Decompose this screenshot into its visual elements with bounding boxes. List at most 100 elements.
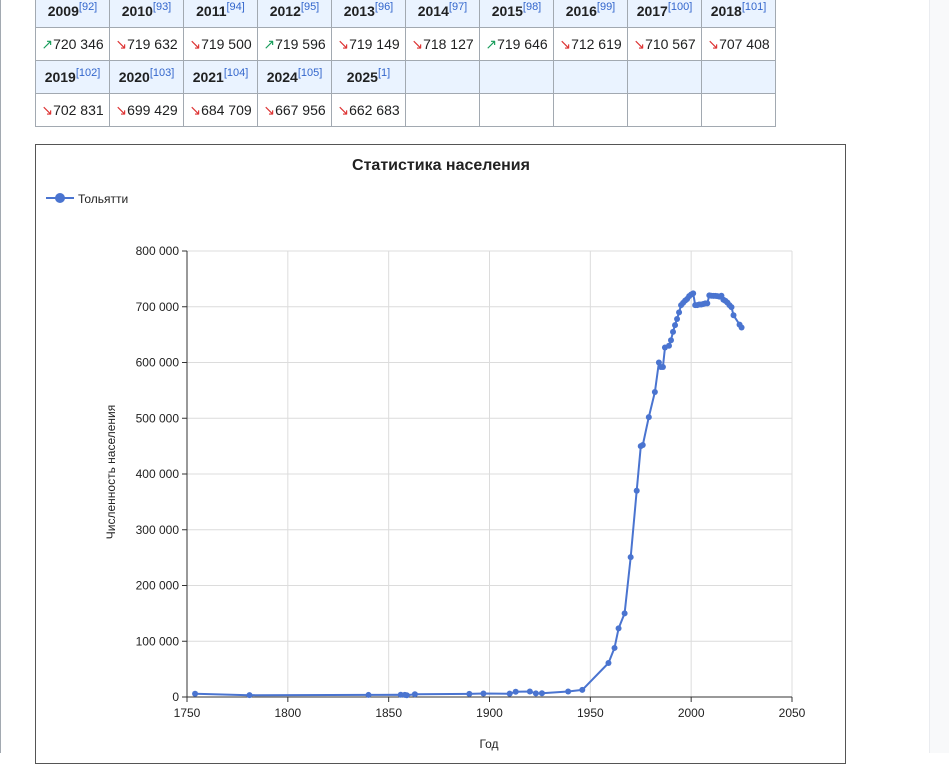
y-tick-label: 0 <box>172 690 179 704</box>
reference-link[interactable]: [99] <box>597 1 615 13</box>
data-point[interactable] <box>411 691 418 698</box>
year-header-cell <box>553 60 628 94</box>
table-row: ↗720 346 ↘719 632 ↘719 500 ↗719 596 ↘719 149… <box>35 27 776 61</box>
reference-link[interactable]: [93] <box>153 1 171 13</box>
data-point[interactable] <box>506 690 513 697</box>
reference-link[interactable]: [96] <box>375 1 393 13</box>
reference-link[interactable]: [100] <box>668 1 692 13</box>
page-left-border <box>0 0 1 753</box>
data-point[interactable] <box>665 342 672 349</box>
population-value-cell <box>553 93 628 127</box>
trend-down-icon: ↘ <box>263 101 276 118</box>
reference-link[interactable]: [1] <box>378 67 390 79</box>
data-point[interactable] <box>565 688 572 695</box>
trend-up-icon: ↗ <box>263 35 276 52</box>
data-point[interactable] <box>645 414 652 421</box>
data-point[interactable] <box>615 625 622 632</box>
data-point[interactable] <box>466 690 473 697</box>
x-tick-label: 1850 <box>375 706 402 720</box>
data-point[interactable] <box>246 692 253 699</box>
reference-link[interactable]: [97] <box>449 1 467 13</box>
reference-link[interactable]: [102] <box>76 67 100 79</box>
population-value-cell: ↘718 127 <box>405 27 480 61</box>
x-tick-label: 1800 <box>274 706 301 720</box>
y-tick-label: 100 000 <box>136 634 180 648</box>
data-point[interactable] <box>738 324 745 331</box>
year-header-cell: 2012[95] <box>257 0 332 28</box>
data-point[interactable] <box>538 690 545 697</box>
trend-down-icon: ↘ <box>337 35 350 52</box>
data-point[interactable] <box>480 690 487 697</box>
data-point[interactable] <box>668 337 674 344</box>
data-point[interactable] <box>611 644 618 651</box>
population-value: 710 567 <box>645 35 696 52</box>
x-tick-label: 1900 <box>476 706 503 720</box>
reference-link[interactable]: [92] <box>79 1 97 13</box>
year-label: 2017 <box>636 3 668 19</box>
data-point[interactable] <box>730 312 737 319</box>
reference-link[interactable]: [94] <box>227 1 245 13</box>
trend-down-icon: ↘ <box>115 101 128 118</box>
population-value-cell: ↘662 683 <box>331 93 406 127</box>
year-header-cell: 2017[100] <box>627 0 702 28</box>
population-value-cell <box>627 93 702 127</box>
chart-axes: 1750 1800 1850 1900 1950 2000 2050 0 100 000 200 … <box>136 244 806 720</box>
data-point[interactable] <box>690 290 697 297</box>
year-header-cell <box>627 60 702 94</box>
data-point[interactable] <box>674 316 681 323</box>
trend-down-icon: ↘ <box>189 35 202 52</box>
data-point[interactable] <box>639 442 646 449</box>
population-value: 719 632 <box>127 35 178 52</box>
reference-link[interactable]: [98] <box>523 1 541 13</box>
year-header-cell <box>479 60 554 94</box>
year-header-cell: 2013[96] <box>331 0 406 28</box>
chart-svg: Статистика населения Тольятти 1750 1800 18… <box>46 157 806 751</box>
population-value-cell <box>701 93 776 127</box>
x-tick-label: 1750 <box>174 706 201 720</box>
population-chart: Статистика населения Тольятти 1750 1800 18… <box>35 144 846 764</box>
population-value: 667 956 <box>275 101 326 118</box>
x-tick-label: 2000 <box>678 706 705 720</box>
year-label: 2018 <box>710 3 742 19</box>
data-point[interactable] <box>512 688 519 695</box>
data-point[interactable] <box>526 688 533 695</box>
population-value-cell: ↘710 567 <box>627 27 702 61</box>
data-point[interactable] <box>676 309 683 316</box>
population-value-cell: ↗720 346 <box>35 27 110 61</box>
data-point[interactable] <box>627 554 634 561</box>
year-label: 2013 <box>343 3 375 19</box>
population-value: 712 619 <box>571 35 622 52</box>
year-label: 2009 <box>47 3 79 19</box>
data-point[interactable] <box>704 300 711 307</box>
data-point[interactable] <box>579 686 586 693</box>
trend-down-icon: ↘ <box>707 35 720 52</box>
data-point[interactable] <box>403 692 410 699</box>
data-point[interactable] <box>651 389 658 396</box>
reference-link[interactable]: [95] <box>301 1 319 13</box>
table-row: 2019[102] 2020[103] 2021[104] 2024[105] 2025… <box>35 60 776 94</box>
legend-label: Тольятти <box>78 192 128 206</box>
population-value-cell <box>479 93 554 127</box>
year-header-cell <box>405 60 480 94</box>
data-point[interactable] <box>192 690 199 697</box>
trend-down-icon: ↘ <box>115 35 128 52</box>
reference-link[interactable]: [105] <box>298 67 322 79</box>
data-point[interactable] <box>605 659 612 666</box>
data-point[interactable] <box>633 487 640 494</box>
data-point[interactable] <box>659 363 666 370</box>
data-point[interactable] <box>532 690 539 697</box>
data-point[interactable] <box>672 322 679 329</box>
population-value-cell: ↘719 500 <box>183 27 258 61</box>
data-point[interactable] <box>621 610 628 617</box>
population-value: 707 408 <box>719 35 770 52</box>
reference-link[interactable]: [101] <box>742 1 766 13</box>
population-value-cell: ↘699 429 <box>109 93 184 127</box>
reference-link[interactable]: [104] <box>224 67 248 79</box>
data-point[interactable] <box>365 691 372 698</box>
year-header-cell: 2019[102] <box>35 60 110 94</box>
data-point[interactable] <box>670 328 677 335</box>
population-value: 719 596 <box>275 35 326 52</box>
data-point[interactable] <box>728 304 735 311</box>
reference-link[interactable]: [103] <box>150 67 174 79</box>
trend-up-icon: ↗ <box>41 35 54 52</box>
